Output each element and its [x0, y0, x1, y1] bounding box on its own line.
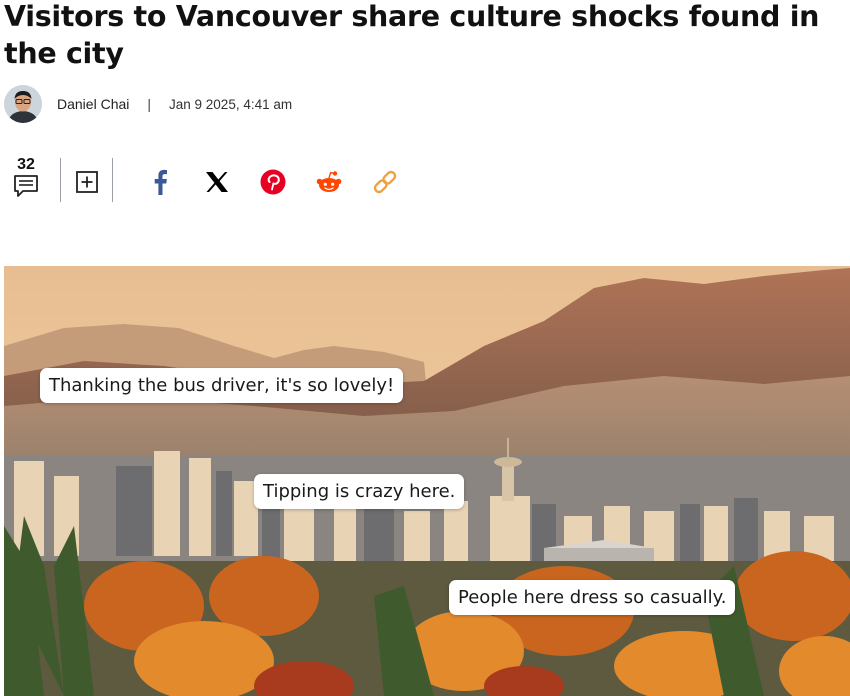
article-actions: 32 — [0, 152, 420, 208]
share-x-button[interactable] — [203, 168, 231, 196]
share-pinterest-button[interactable] — [259, 168, 287, 196]
facebook-icon — [154, 169, 167, 195]
article-title: Visitors to Vancouver share culture shoc… — [4, 0, 820, 70]
save-button[interactable] — [76, 171, 98, 193]
save-icon — [76, 171, 98, 193]
share-facebook-button[interactable] — [146, 168, 174, 196]
divider — [60, 158, 61, 202]
reddit-icon — [316, 171, 342, 192]
quote-bubble: Thanking the bus driver, it's so lovely! — [40, 368, 404, 403]
comment-icon — [14, 175, 38, 197]
divider — [112, 158, 113, 202]
publish-date: Jan 9 2025, 4:41 am — [169, 96, 293, 112]
byline-separator: | — [147, 96, 152, 112]
quote-bubble: Tipping is crazy here. — [254, 474, 465, 509]
copy-link-button[interactable] — [371, 168, 399, 196]
pinterest-icon — [260, 169, 286, 195]
comment-count: 32 — [17, 156, 35, 173]
x-icon — [206, 172, 228, 192]
comments-button[interactable]: 32 — [12, 156, 40, 202]
link-icon — [373, 170, 397, 194]
author-name[interactable]: Daniel Chai — [57, 96, 129, 112]
byline: Daniel Chai | Jan 9 2025, 4:41 am — [4, 84, 292, 124]
author-avatar[interactable] — [4, 85, 42, 123]
share-reddit-button[interactable] — [315, 168, 343, 196]
quote-bubble: People here dress so casually. — [449, 580, 736, 615]
hero-image: Thanking the bus driver, it's so lovely!… — [4, 266, 850, 696]
